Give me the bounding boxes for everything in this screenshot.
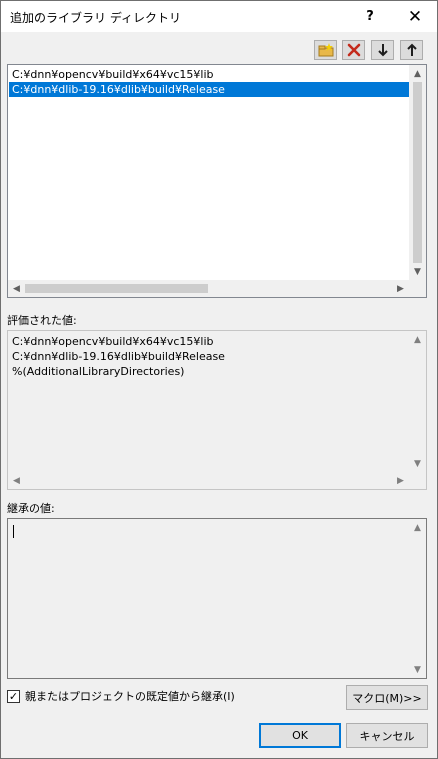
close-button[interactable]: ✕ bbox=[393, 1, 437, 32]
scroll-left-arrow-icon[interactable]: ◀ bbox=[8, 472, 25, 489]
inherited-vertical-scrollbar[interactable]: ▲ ▼ bbox=[409, 519, 426, 678]
macro-button-label: マクロ(M)>> bbox=[352, 691, 422, 705]
inherit-checkbox[interactable]: ✓ bbox=[7, 689, 20, 703]
inherit-checkbox-label[interactable]: 親またはプロジェクトの既定値から継承(I) bbox=[25, 688, 235, 704]
inherit-checkbox-row[interactable]: ✓ 親またはプロジェクトの既定値から継承(I) bbox=[7, 688, 235, 704]
vertical-scrollbar[interactable]: ▲ ▼ bbox=[409, 65, 426, 280]
scroll-up-arrow-icon[interactable]: ▲ bbox=[409, 331, 426, 348]
arrow-up-icon bbox=[406, 43, 417, 56]
text-caret bbox=[13, 525, 14, 538]
scroll-right-arrow-icon[interactable]: ▶ bbox=[392, 472, 409, 489]
scroll-left-arrow-icon[interactable]: ◀ bbox=[8, 280, 25, 297]
red-x-icon bbox=[347, 43, 360, 57]
library-directories-dialog: 追加のライブラリ ディレクトリ ? ✕ C:¥dnn¥opencv¥build¥… bbox=[0, 0, 438, 759]
move-up-button[interactable] bbox=[400, 40, 423, 60]
ok-button[interactable]: OK bbox=[259, 723, 341, 748]
list-item[interactable]: C:¥dnn¥opencv¥build¥x64¥vc15¥lib bbox=[9, 67, 214, 82]
title-bar: 追加のライブラリ ディレクトリ ? ✕ bbox=[1, 1, 437, 32]
scroll-up-arrow-icon[interactable]: ▲ bbox=[409, 519, 426, 536]
list-toolbar bbox=[1, 40, 437, 60]
directory-list[interactable]: C:¥dnn¥opencv¥build¥x64¥vc15¥lib C:¥dnn¥… bbox=[7, 64, 427, 298]
evaluated-line: %(AdditionalLibraryDirectories) bbox=[12, 365, 185, 378]
scroll-corner bbox=[409, 280, 426, 297]
scroll-down-arrow-icon[interactable]: ▼ bbox=[409, 661, 426, 678]
evaluated-horizontal-scrollbar[interactable]: ◀ ▶ bbox=[8, 472, 409, 489]
list-item-selected[interactable]: C:¥dnn¥dlib-19.16¥dlib¥build¥Release bbox=[9, 82, 410, 97]
evaluated-vertical-scrollbar[interactable]: ▲ ▼ bbox=[409, 331, 426, 472]
inherited-value-label: 継承の値: bbox=[7, 502, 55, 515]
move-down-button[interactable] bbox=[371, 40, 394, 60]
inherited-value-box[interactable]: ▲ ▼ bbox=[7, 518, 427, 679]
dialog-title: 追加のライブラリ ディレクトリ bbox=[10, 11, 181, 25]
scroll-up-arrow-icon[interactable]: ▲ bbox=[409, 65, 426, 82]
ok-button-label: OK bbox=[292, 729, 308, 742]
evaluated-value-box: C:¥dnn¥opencv¥build¥x64¥vc15¥lib C:¥dnn¥… bbox=[7, 330, 427, 490]
new-line-button[interactable] bbox=[314, 40, 337, 60]
scroll-down-arrow-icon[interactable]: ▼ bbox=[409, 455, 426, 472]
help-icon: ? bbox=[366, 9, 374, 24]
help-button[interactable]: ? bbox=[348, 1, 392, 32]
horizontal-scrollbar[interactable]: ◀ ▶ bbox=[8, 280, 409, 297]
cancel-button-label: キャンセル bbox=[359, 729, 415, 743]
scroll-down-arrow-icon[interactable]: ▼ bbox=[409, 263, 426, 280]
delete-button[interactable] bbox=[342, 40, 365, 60]
scroll-right-arrow-icon[interactable]: ▶ bbox=[392, 280, 409, 297]
evaluated-line: C:¥dnn¥dlib-19.16¥dlib¥build¥Release bbox=[12, 350, 225, 363]
evaluated-line: C:¥dnn¥opencv¥build¥x64¥vc15¥lib bbox=[12, 335, 214, 348]
new-folder-icon bbox=[318, 43, 333, 57]
horizontal-scroll-thumb[interactable] bbox=[25, 284, 208, 293]
macro-button[interactable]: マクロ(M)>> bbox=[346, 685, 428, 710]
vertical-scroll-thumb[interactable] bbox=[413, 82, 422, 263]
arrow-down-icon bbox=[377, 44, 388, 57]
checkmark-icon: ✓ bbox=[8, 689, 19, 703]
cancel-button[interactable]: キャンセル bbox=[346, 723, 428, 748]
evaluated-value-label: 評価された値: bbox=[7, 314, 77, 327]
close-icon: ✕ bbox=[407, 6, 423, 27]
